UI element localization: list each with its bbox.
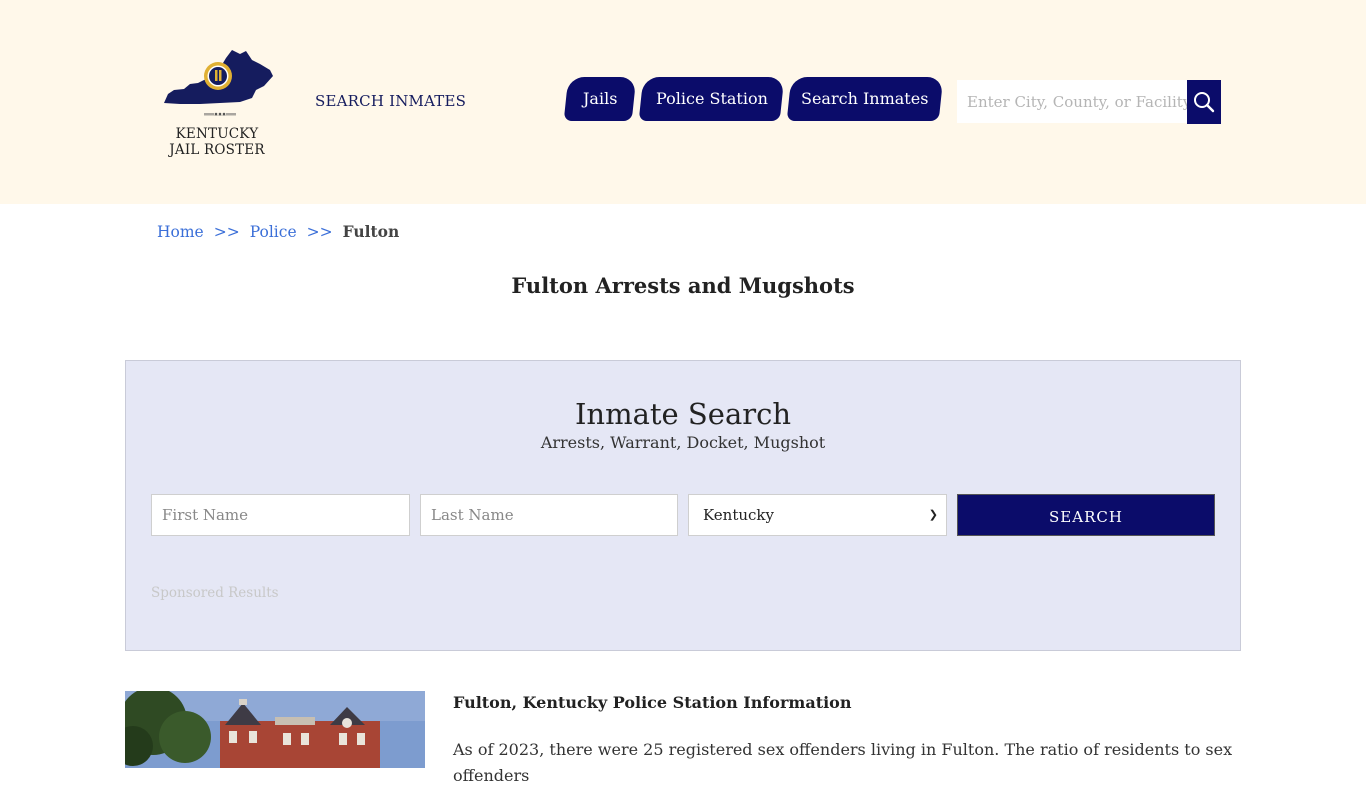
logo-text: KENTUCKY JAIL ROSTER xyxy=(160,126,274,158)
first-name-input[interactable]: First Name xyxy=(151,494,410,536)
nav-search-inmates-label: Search Inmates xyxy=(801,89,929,108)
breadcrumb-home-link[interactable]: Home xyxy=(157,223,204,241)
breadcrumb: Home >> Police >> Fulton xyxy=(157,222,399,241)
tagline[interactable]: SEARCH INMATES xyxy=(315,92,466,110)
last-name-input[interactable]: Last Name xyxy=(420,494,678,536)
last-name-placeholder: Last Name xyxy=(431,506,514,524)
state-select[interactable]: Kentucky ❯ xyxy=(688,494,947,536)
kentucky-seal-icon xyxy=(164,50,273,116)
police-info-title: Fulton, Kentucky Police Station Informat… xyxy=(453,693,852,712)
inmate-search-panel: Inmate Search Arrests, Warrant, Docket, … xyxy=(125,360,1241,651)
nav-police-station-button[interactable]: Police Station xyxy=(638,77,785,121)
search-icon xyxy=(1194,92,1215,113)
first-name-placeholder: First Name xyxy=(162,506,249,524)
inmate-search-title: Inmate Search xyxy=(574,397,792,431)
logo-text-line1: KENTUCKY xyxy=(175,126,259,142)
chevron-down-icon: ❯ xyxy=(928,508,938,521)
site-logo[interactable]: KENTUCKY JAIL ROSTER xyxy=(160,46,278,162)
inmate-search-button[interactable]: SEARCH xyxy=(957,494,1215,536)
nav-search-inmates-button[interactable]: Search Inmates xyxy=(786,77,944,121)
breadcrumb-current: Fulton xyxy=(342,222,400,241)
breadcrumb-separator: >> xyxy=(213,223,240,241)
logo-text-line2: JAIL ROSTER xyxy=(169,142,265,158)
nav-police-station-label: Police Station xyxy=(655,89,768,108)
sponsored-results-label: Sponsored Results xyxy=(151,585,279,601)
nav-jails-button[interactable]: Jails xyxy=(563,77,637,121)
facility-search-input[interactable] xyxy=(957,80,1187,123)
breadcrumb-police-link[interactable]: Police xyxy=(250,223,297,241)
nav-jails-label: Jails xyxy=(582,89,618,108)
fulton-building-photo xyxy=(125,691,425,768)
inmate-search-subtitle: Arrests, Warrant, Docket, Mugshot xyxy=(540,433,826,452)
breadcrumb-separator: >> xyxy=(306,223,333,241)
state-select-value: Kentucky xyxy=(703,506,774,524)
site-header: KENTUCKY JAIL ROSTER SEARCH INMATES Jail… xyxy=(0,0,1366,204)
police-info-text: As of 2023, there were 25 registered sex… xyxy=(453,740,1233,785)
page-title: Fulton Arrests and Mugshots xyxy=(511,273,855,298)
facility-search-button[interactable] xyxy=(1187,80,1221,124)
